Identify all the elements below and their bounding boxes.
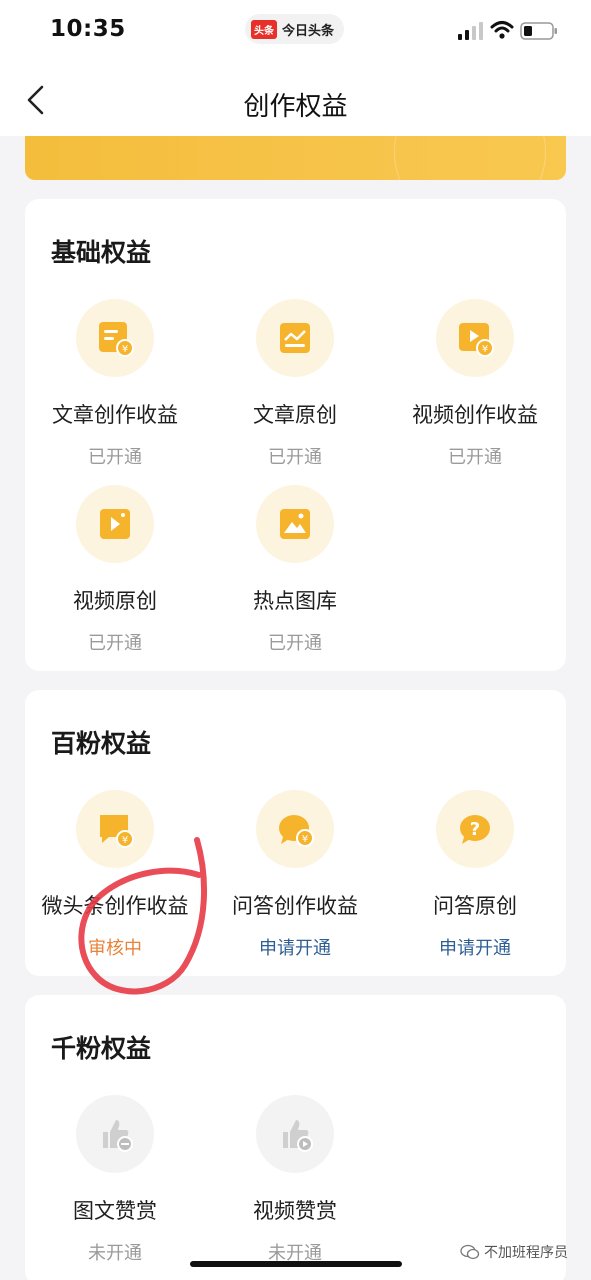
item-label: 文章原创	[253, 403, 337, 427]
wifi-icon	[490, 21, 514, 39]
right-item-video-original[interactable]: 视频原创 已开通	[25, 485, 205, 655]
item-label: 视频原创	[73, 589, 157, 613]
watermark-text: 不加班程序员	[484, 1245, 568, 1261]
app-logo: 头条	[251, 19, 277, 39]
right-item-qa-income[interactable]: ¥ 问答创作收益 申请开通	[205, 790, 385, 960]
page-title: 创作权益	[243, 92, 348, 122]
red-circle-annotation	[78, 837, 208, 995]
item-status: 已开通	[448, 447, 502, 468]
item-status: 未开通	[88, 1243, 142, 1264]
item-label: 视频创作收益	[412, 403, 538, 427]
right-item-article-income[interactable]: ¥ 文章创作收益 已开通	[25, 299, 205, 469]
status-time: 10:35	[50, 16, 126, 42]
article-income-icon: ¥	[76, 299, 154, 377]
nav-bar: 创作权益	[0, 64, 591, 136]
video-tip-icon	[256, 1095, 334, 1173]
wechat-icon	[460, 1244, 480, 1260]
svg-text:¥: ¥	[302, 834, 308, 845]
qa-original-icon: ?	[436, 790, 514, 868]
item-status: 已开通	[268, 447, 322, 468]
svg-text:¥: ¥	[482, 344, 488, 355]
item-status: 已开通	[88, 447, 142, 468]
section-thousand-fans-rights: 千粉权益 图文赞赏 未开通 视频赞赏 未开通	[25, 995, 566, 1280]
hot-gallery-icon	[256, 485, 334, 563]
item-label: 问答创作收益	[232, 894, 358, 918]
svg-text:¥: ¥	[122, 344, 128, 355]
app-name: 今日头条	[282, 23, 335, 39]
cellular-signal-icon	[458, 22, 483, 40]
item-status: 申请开通	[259, 938, 331, 959]
right-item-qa-original[interactable]: ? 问答原创 申请开通	[385, 790, 565, 960]
section-hundred-fans-rights: 百粉权益 ¥ 微头条创作收益 审核中 ¥ 问答创作收益 申请开通 ? 问答原创 …	[25, 690, 566, 995]
item-label: 文章创作收益	[52, 403, 178, 427]
item-label: 问答原创	[433, 894, 517, 918]
item-label: 图文赞赏	[73, 1199, 157, 1223]
right-item-article-original[interactable]: 文章原创 已开通	[205, 299, 385, 469]
article-tip-icon	[76, 1095, 154, 1173]
video-income-icon: ¥	[436, 299, 514, 377]
item-status: 申请开通	[439, 938, 511, 959]
right-item-article-tip[interactable]: 图文赞赏 未开通	[25, 1095, 205, 1265]
watermark: 不加班程序员	[460, 1242, 568, 1262]
home-indicator[interactable]	[190, 1261, 402, 1267]
right-item-hot-gallery[interactable]: 热点图库 已开通	[205, 485, 385, 655]
section-title: 基础权益	[51, 238, 152, 267]
item-label: 视频赞赏	[253, 1199, 337, 1223]
return-to-app-pill[interactable]: 头条 今日头条	[245, 14, 345, 44]
video-original-icon	[76, 485, 154, 563]
status-bar: 10:35 头条 今日头条	[0, 0, 591, 64]
section-title: 百粉权益	[51, 729, 152, 758]
qa-income-icon: ¥	[256, 790, 334, 868]
article-original-icon	[256, 299, 334, 377]
header-banner	[25, 136, 566, 180]
section-basic-rights: 基础权益 ¥ 文章创作收益 已开通 文章原创 已开通 ¥ 视频创作收益 已开通 …	[25, 199, 566, 671]
item-label: 热点图库	[253, 589, 337, 613]
item-status: 已开通	[268, 633, 322, 654]
right-item-video-tip[interactable]: 视频赞赏 未开通	[205, 1095, 385, 1265]
right-item-video-income[interactable]: ¥ 视频创作收益 已开通	[385, 299, 565, 469]
battery-icon	[520, 22, 557, 40]
svg-text:?: ?	[470, 819, 480, 840]
section-title: 千粉权益	[51, 1034, 152, 1063]
item-status: 已开通	[88, 633, 142, 654]
